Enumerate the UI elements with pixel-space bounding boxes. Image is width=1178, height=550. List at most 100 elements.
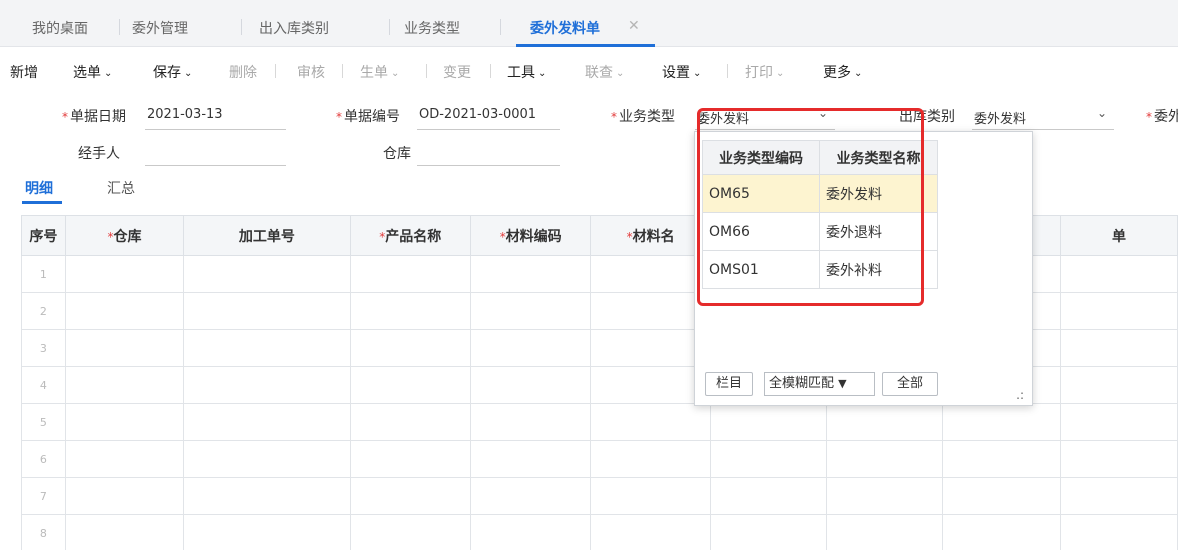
grid-cell[interactable]: [183, 477, 351, 515]
grid-cell[interactable]: [469, 292, 592, 330]
grid-cell[interactable]: [590, 255, 711, 293]
grid-cell[interactable]: [349, 440, 471, 478]
grid-cell[interactable]: [1060, 477, 1178, 515]
column-header-material-code[interactable]: *材料编码: [469, 215, 592, 256]
grid-cell[interactable]: [825, 440, 943, 478]
print-menu[interactable]: 打印 ⌄: [745, 62, 784, 82]
tab-detail[interactable]: 明细: [25, 178, 53, 198]
columns-button[interactable]: 栏目: [705, 372, 753, 396]
grid-cell[interactable]: [941, 440, 1062, 478]
grid-cell[interactable]: [709, 477, 827, 515]
grid-cell[interactable]: [64, 255, 185, 293]
tab-my-desktop[interactable]: 我的桌面: [32, 18, 88, 38]
grid-cell[interactable]: [183, 255, 351, 293]
grid-cell[interactable]: [1060, 514, 1178, 550]
grid-cell[interactable]: [1060, 440, 1178, 478]
audit-button[interactable]: 审核: [297, 62, 325, 82]
delete-button[interactable]: 删除: [229, 62, 257, 82]
grid-cell[interactable]: [183, 440, 351, 478]
new-button[interactable]: 新增: [10, 62, 38, 82]
grid-cell[interactable]: [469, 440, 592, 478]
grid-cell[interactable]: [349, 292, 471, 330]
table-row[interactable]: 8: [21, 514, 1178, 550]
grid-cell[interactable]: [64, 514, 185, 550]
tab-outsourcing-management[interactable]: 委外管理: [132, 18, 188, 38]
grid-cell[interactable]: [825, 514, 943, 550]
settings-menu[interactable]: 设置 ⌄: [662, 62, 701, 82]
tab-outsourcing-issue-order[interactable]: 委外发料单: [530, 18, 600, 38]
grid-cell[interactable]: [349, 514, 471, 550]
grid-cell[interactable]: [709, 514, 827, 550]
column-header-seq[interactable]: 序号: [21, 215, 66, 256]
grid-cell[interactable]: [590, 514, 711, 550]
tools-menu[interactable]: 工具 ⌄: [507, 62, 546, 82]
grid-cell[interactable]: [64, 477, 185, 515]
document-date-field[interactable]: 2021-03-13: [147, 107, 223, 122]
grid-cell[interactable]: [590, 329, 711, 367]
column-header-product-name[interactable]: *产品名称: [349, 215, 471, 256]
grid-cell[interactable]: [64, 366, 185, 404]
grid-cell[interactable]: [349, 403, 471, 441]
grid-cell[interactable]: [183, 366, 351, 404]
column-header-warehouse[interactable]: *仓库: [64, 215, 185, 256]
grid-cell[interactable]: [64, 329, 185, 367]
grid-cell[interactable]: [183, 403, 351, 441]
grid-cell[interactable]: [64, 292, 185, 330]
grid-cell[interactable]: [590, 403, 711, 441]
grid-cell[interactable]: [1060, 403, 1178, 441]
change-button[interactable]: 变更: [443, 62, 471, 82]
grid-cell[interactable]: [1060, 255, 1178, 293]
grid-cell[interactable]: [469, 403, 592, 441]
tab-summary[interactable]: 汇总: [107, 178, 135, 198]
tab-io-category[interactable]: 出入库类别: [259, 18, 329, 38]
grid-cell[interactable]: [941, 514, 1062, 550]
grid-cell[interactable]: [183, 292, 351, 330]
grid-cell[interactable]: [349, 477, 471, 515]
grid-cell[interactable]: [469, 514, 592, 550]
grid-cell[interactable]: [590, 477, 711, 515]
warehouse-field[interactable]: [417, 165, 560, 166]
match-mode-select[interactable]: 全模糊匹配 ▼: [764, 372, 875, 396]
grid-cell[interactable]: [349, 366, 471, 404]
grid-cell[interactable]: [941, 477, 1062, 515]
grid-cell[interactable]: [349, 255, 471, 293]
generate-order-menu[interactable]: 生单 ⌄: [360, 62, 399, 82]
grid-cell[interactable]: [469, 366, 592, 404]
show-all-button[interactable]: 全部: [882, 372, 938, 396]
grid-cell[interactable]: [709, 440, 827, 478]
grid-cell[interactable]: [1060, 366, 1178, 404]
handler-field[interactable]: [145, 165, 286, 166]
grid-cell[interactable]: [825, 403, 943, 441]
grid-cell[interactable]: [183, 514, 351, 550]
document-number-field[interactable]: OD-2021-03-0001: [419, 107, 536, 122]
grid-cell[interactable]: [1060, 329, 1178, 367]
grid-cell[interactable]: [709, 403, 827, 441]
grid-cell[interactable]: [469, 477, 592, 515]
column-header-unit[interactable]: 单: [1060, 215, 1178, 256]
grid-cell[interactable]: [941, 403, 1062, 441]
grid-cell[interactable]: [349, 329, 471, 367]
resize-handle-icon[interactable]: .:: [1016, 388, 1024, 402]
more-menu[interactable]: 更多 ⌄: [823, 62, 862, 82]
table-row[interactable]: 7: [21, 477, 1178, 515]
grid-cell[interactable]: [590, 366, 711, 404]
select-order-menu[interactable]: 选单 ⌄: [73, 62, 112, 82]
save-menu[interactable]: 保存 ⌄: [153, 62, 192, 82]
grid-cell[interactable]: [469, 255, 592, 293]
tab-business-type[interactable]: 业务类型: [404, 18, 460, 38]
grid-cell[interactable]: [825, 477, 943, 515]
close-icon[interactable]: ✕: [628, 18, 640, 34]
link-query-menu[interactable]: 联查 ⌄: [585, 62, 624, 82]
outbound-category-select[interactable]: 委外发料: [974, 108, 1026, 127]
chevron-down-icon[interactable]: ⌄: [1097, 106, 1107, 120]
grid-cell[interactable]: [590, 292, 711, 330]
grid-cell[interactable]: [64, 440, 185, 478]
column-header-material-name[interactable]: *材料名: [590, 215, 711, 256]
column-header-process-order[interactable]: 加工单号: [183, 215, 351, 256]
grid-cell[interactable]: [64, 403, 185, 441]
grid-cell[interactable]: [183, 329, 351, 367]
grid-cell[interactable]: [1060, 292, 1178, 330]
table-row[interactable]: 6: [21, 440, 1178, 478]
grid-cell[interactable]: [590, 440, 711, 478]
grid-cell[interactable]: [469, 329, 592, 367]
